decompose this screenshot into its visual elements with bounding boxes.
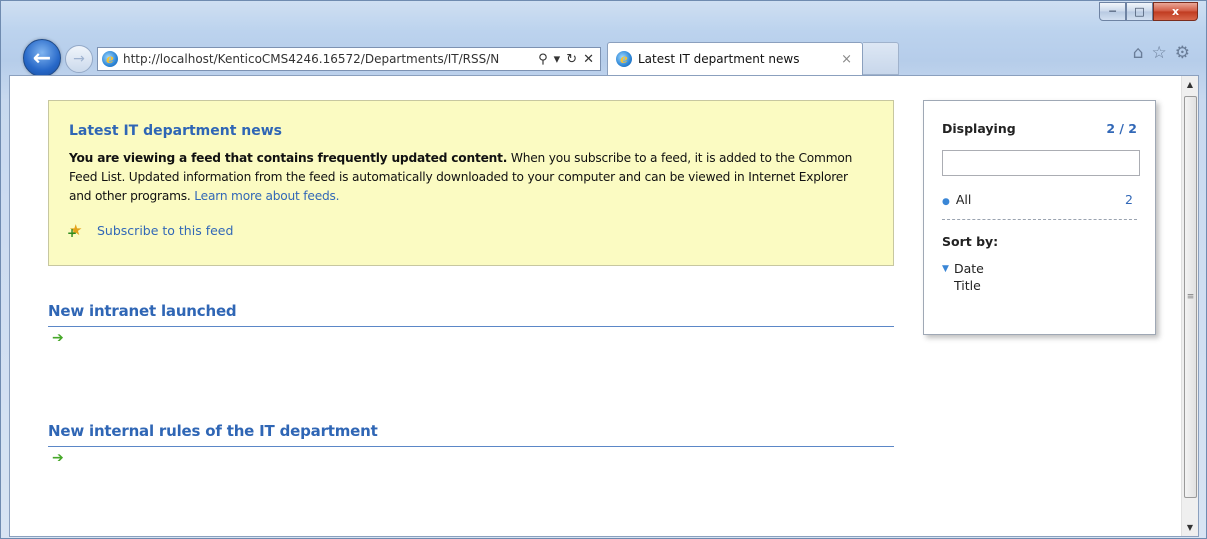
article-item: New internal rules of the IT department … (48, 422, 894, 466)
feed-filter-panel: Displaying 2 / 2 ● All 2 Sort by: ▼ Date … (923, 100, 1156, 335)
url-text[interactable]: http://localhost/KenticoCMS4246.16572/De… (123, 52, 523, 66)
displaying-label: Displaying (942, 121, 1016, 136)
subscribe-link[interactable]: ★ + Subscribe to this feed (67, 221, 873, 240)
maximize-button[interactable]: □ (1126, 2, 1153, 21)
new-tab-button[interactable] (863, 42, 899, 75)
subscribe-star-icon: ★ + (67, 221, 83, 240)
tab-title: Latest IT department news (638, 52, 800, 66)
go-arrow-icon[interactable]: ➔ (52, 330, 894, 346)
forward-arrow-icon: → (73, 51, 85, 67)
scroll-down-icon[interactable]: ▼ (1182, 519, 1198, 536)
sort-options: ▼ Date Title (942, 261, 1137, 293)
address-tools: ⚲ ▾ ↻ ✕ (538, 52, 600, 67)
minimize-button[interactable]: ─ (1099, 2, 1126, 21)
address-bar[interactable]: e http://localhost/KenticoCMS4246.16572/… (97, 47, 601, 71)
back-button[interactable]: ← (23, 39, 61, 77)
sort-label: Sort by: (942, 234, 999, 249)
article-title[interactable]: New intranet launched (48, 302, 894, 327)
sort-by-date[interactable]: ▼ Date (942, 261, 1137, 276)
home-icon[interactable]: ⌂ (1133, 43, 1144, 63)
ie-page-icon: e (102, 51, 118, 67)
bullet-icon: ● (942, 197, 950, 207)
scroll-thumb[interactable]: ≡ (1184, 96, 1197, 498)
article-item: New intranet launched ➔ (48, 302, 894, 346)
article-title[interactable]: New internal rules of the IT department (48, 422, 894, 447)
displaying-row: Displaying 2 / 2 (942, 121, 1137, 136)
search-icon[interactable]: ⚲ (538, 52, 548, 67)
filter-all-label[interactable]: All (956, 192, 972, 207)
feed-notice-text: You are viewing a feed that contains fre… (69, 149, 873, 206)
feed-title: Latest IT department news (69, 123, 283, 139)
learn-more-link[interactable]: Learn more about feeds. (194, 189, 339, 203)
page-viewport: Latest IT department news You are viewin… (9, 75, 1199, 537)
browser-window: ─ □ x ← → e http://localhost/KenticoCMS4… (0, 0, 1207, 539)
tab-feed[interactable]: e Latest IT department news × (607, 42, 863, 75)
subscribe-label[interactable]: Subscribe to this feed (97, 223, 233, 238)
refresh-icon[interactable]: ↻ (566, 52, 577, 67)
browser-toolbar: ⌂ ☆ ⚙ (1133, 43, 1190, 63)
favorites-star-icon[interactable]: ☆ (1152, 43, 1167, 63)
dropdown-icon[interactable]: ▾ (554, 52, 561, 67)
vertical-scrollbar[interactable]: ▲ ≡ ▼ (1181, 76, 1198, 536)
filter-all-count: 2 (1125, 192, 1133, 207)
filter-input[interactable] (942, 150, 1140, 176)
sort-title-label[interactable]: Title (954, 278, 981, 293)
ie-tab-icon: e (616, 51, 632, 67)
tab-close-icon[interactable]: × (841, 52, 852, 67)
window-controls: ─ □ x (1099, 2, 1198, 22)
feed-notice-banner: Latest IT department news You are viewin… (48, 100, 894, 266)
sort-down-icon: ▼ (942, 263, 949, 274)
sort-date-label[interactable]: Date (954, 261, 984, 276)
close-window-button[interactable]: x (1153, 2, 1198, 21)
displaying-count: 2 / 2 (1106, 121, 1137, 136)
back-arrow-icon: ← (32, 45, 52, 71)
forward-button[interactable]: → (65, 45, 93, 73)
sort-by-title[interactable]: Title (942, 278, 1137, 293)
gear-icon[interactable]: ⚙ (1175, 43, 1190, 63)
filter-all[interactable]: ● All 2 (942, 192, 1137, 220)
feed-notice-bold: You are viewing a feed that contains fre… (69, 151, 508, 165)
scroll-up-icon[interactable]: ▲ (1182, 76, 1198, 93)
go-arrow-icon[interactable]: ➔ (52, 450, 894, 466)
stop-icon[interactable]: ✕ (583, 52, 594, 67)
